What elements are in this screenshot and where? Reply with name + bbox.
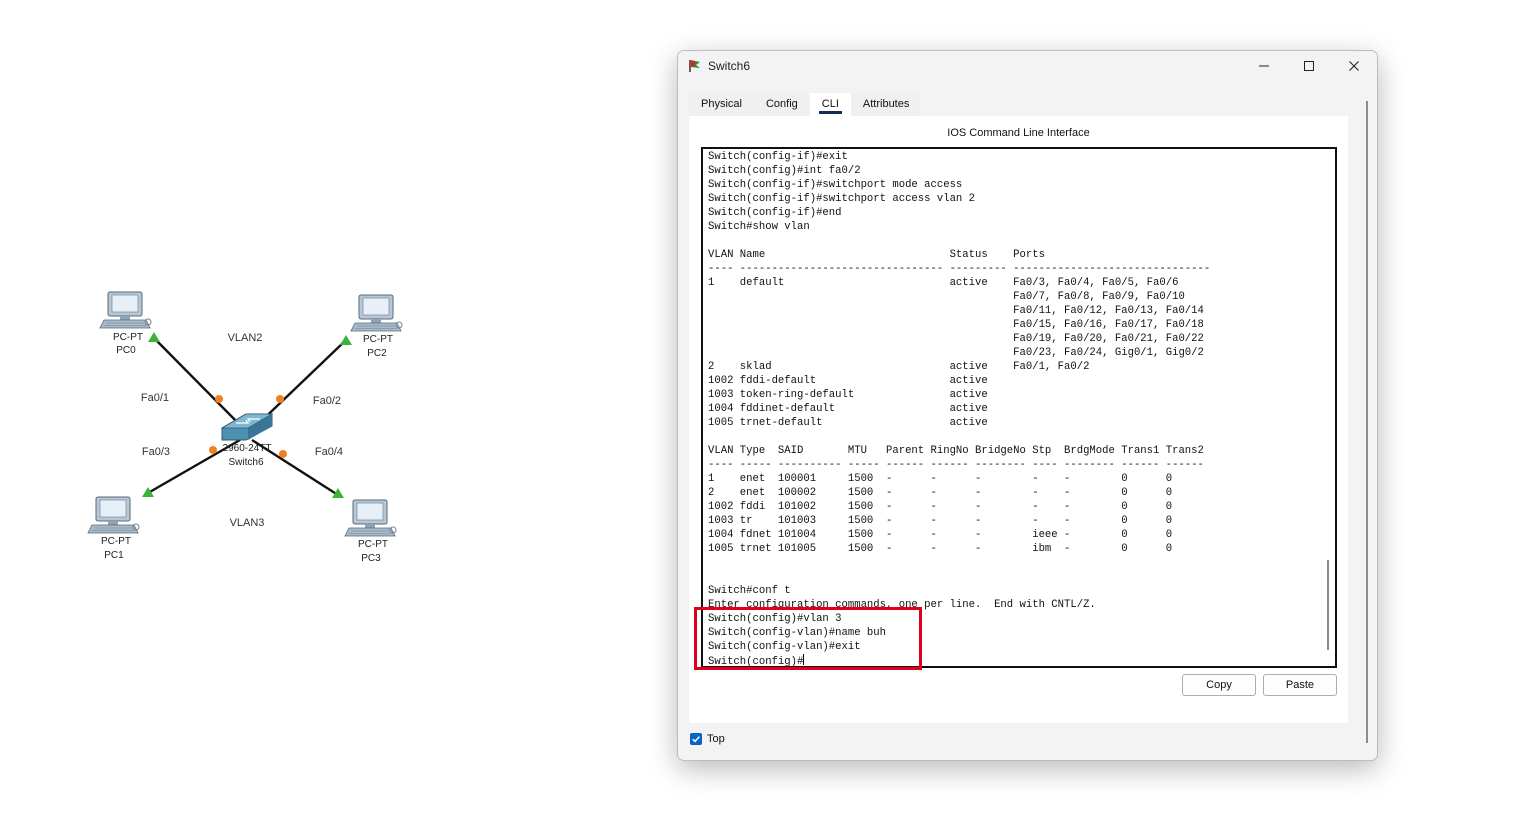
note-vlan3[interactable]: VLAN3 bbox=[230, 517, 265, 529]
pc1-name: PC1 bbox=[104, 550, 124, 561]
pc1-model: PC-PT bbox=[101, 536, 131, 547]
packet-tracer-app-icon bbox=[689, 60, 700, 72]
tab-attributes[interactable]: Attributes bbox=[851, 93, 921, 116]
pc3-model: PC-PT bbox=[358, 539, 388, 550]
window-scrollbar[interactable] bbox=[1366, 101, 1368, 743]
port-light-fa0-3 bbox=[209, 446, 217, 454]
terminal-scrollbar[interactable] bbox=[1327, 560, 1329, 650]
link-light-pc2 bbox=[340, 335, 352, 345]
pc2-device[interactable] bbox=[350, 294, 403, 332]
note-fa0-2[interactable]: Fa0/2 bbox=[313, 395, 341, 407]
close-button[interactable] bbox=[1331, 51, 1377, 81]
note-fa0-1[interactable]: Fa0/1 bbox=[141, 392, 169, 404]
tab-config[interactable]: Config bbox=[754, 93, 810, 116]
top-checkbox-label: Top bbox=[707, 733, 725, 745]
tab-physical[interactable]: Physical bbox=[689, 93, 754, 116]
switch6-device[interactable] bbox=[220, 413, 274, 441]
pc3-device[interactable] bbox=[344, 499, 397, 537]
tab-cli[interactable]: CLI bbox=[809, 93, 851, 116]
copy-button[interactable]: Copy bbox=[1182, 674, 1256, 696]
minimize-icon bbox=[1259, 65, 1269, 67]
pc2-name: PC2 bbox=[367, 348, 387, 359]
pc0-device[interactable] bbox=[99, 291, 152, 329]
switch6-model: 2960-24TT bbox=[223, 443, 272, 454]
port-light-fa0-1 bbox=[215, 395, 223, 403]
pc1-device[interactable] bbox=[87, 496, 140, 534]
note-vlan2[interactable]: VLAN2 bbox=[228, 332, 263, 344]
link-light-pc1 bbox=[142, 487, 154, 497]
top-checkbox[interactable] bbox=[690, 733, 702, 745]
pc2-model: PC-PT bbox=[363, 334, 393, 345]
link-light-pc0 bbox=[148, 332, 160, 342]
port-light-fa0-4 bbox=[279, 450, 287, 458]
port-light-fa0-2 bbox=[276, 395, 284, 403]
cable-pc0-switch[interactable] bbox=[153, 337, 246, 431]
pc3-name: PC3 bbox=[361, 553, 381, 564]
tab-bar: Physical Config CLI Attributes bbox=[689, 93, 922, 116]
maximize-icon bbox=[1304, 61, 1314, 71]
note-fa0-3[interactable]: Fa0/3 bbox=[142, 446, 170, 458]
switch6-name: Switch6 bbox=[228, 457, 263, 468]
network-topology: PC-PT PC0 PC-PT PC2 PC-PT PC1 PC-PT PC3 … bbox=[87, 291, 403, 564]
terminal-output[interactable]: Switch(config-if)#exit Switch(config)#in… bbox=[708, 150, 1211, 668]
highlight-box bbox=[694, 607, 922, 670]
paste-button[interactable]: Paste bbox=[1263, 674, 1337, 696]
title-bar[interactable]: Switch6 bbox=[678, 51, 1377, 81]
terminal-text: Switch(config-if)#exit Switch(config)#in… bbox=[708, 151, 1211, 668]
cli-terminal[interactable]: Switch(config-if)#exit Switch(config)#in… bbox=[701, 147, 1337, 668]
pc0-name: PC0 bbox=[116, 345, 136, 356]
maximize-button[interactable] bbox=[1286, 51, 1332, 81]
cli-heading: IOS Command Line Interface bbox=[947, 127, 1090, 139]
checkmark-icon bbox=[692, 736, 700, 743]
pc0-model: PC-PT bbox=[113, 332, 143, 343]
note-fa0-4[interactable]: Fa0/4 bbox=[315, 446, 343, 458]
window-title: Switch6 bbox=[708, 59, 751, 73]
minimize-button[interactable] bbox=[1241, 51, 1287, 81]
close-icon bbox=[1349, 61, 1359, 71]
